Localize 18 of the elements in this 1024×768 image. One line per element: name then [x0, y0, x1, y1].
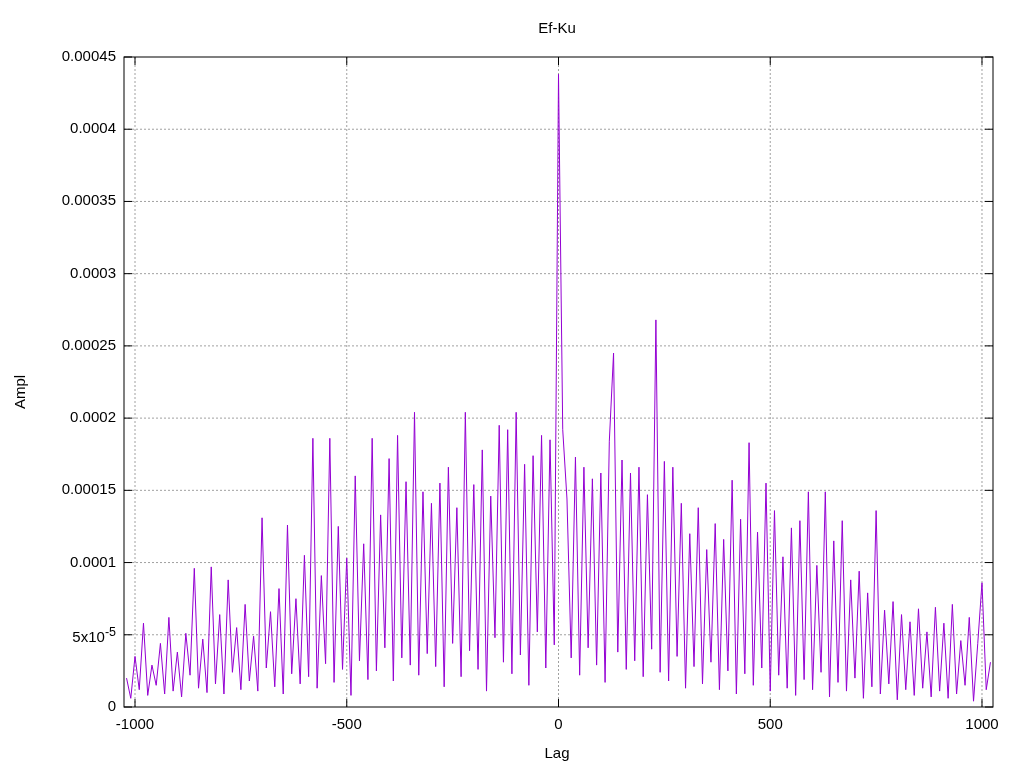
y-tick-label: 0.0002	[70, 409, 116, 428]
y-tick-label: 0.0003	[70, 264, 116, 283]
x-tick-label: -500	[331, 716, 362, 734]
y-tick-label: 0.00015	[61, 481, 116, 500]
y-tick-label: 0.00035	[61, 192, 116, 211]
y-tick-label: 0.00025	[61, 336, 116, 355]
x-tick-label: 500	[757, 716, 783, 734]
y-tick-label: 0.0004	[70, 120, 116, 139]
x-tick-label: -1000	[115, 716, 155, 734]
x-axis-label: Lag	[544, 745, 570, 763]
y-tick-label: 0.0001	[70, 553, 116, 572]
y-axis-label: Ampl	[12, 374, 29, 410]
chart-title: Ef-Ku	[538, 20, 576, 38]
x-tick-label: 0	[554, 716, 563, 734]
y-tick-label: 0.00045	[61, 48, 116, 66]
y-tick-label: 0	[107, 698, 116, 716]
x-tick-label: 1000	[965, 716, 999, 734]
y-tick-label: 5x10$^{-5}$	[72, 625, 116, 646]
